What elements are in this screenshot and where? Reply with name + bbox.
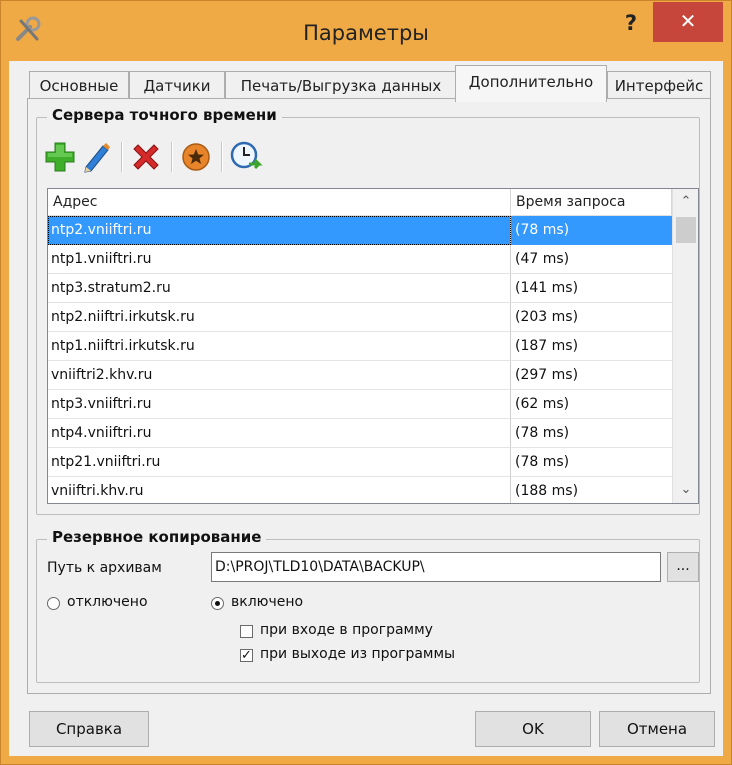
radio-selected-dot — [215, 601, 220, 606]
table-row[interactable]: ntp3.vniiftri.ru (62 ms) — [48, 390, 672, 419]
server-address-cell[interactable]: ntp2.vniiftri.ru — [48, 216, 511, 245]
tab-additional[interactable]: Дополнительно — [455, 65, 607, 102]
table-row[interactable]: vniiftri2.khv.ru (297 ms) — [48, 361, 672, 390]
edit-icon[interactable] — [79, 140, 113, 174]
request-time-cell[interactable]: (141 ms) — [511, 274, 672, 303]
server-address-cell[interactable]: vniiftri2.khv.ru — [48, 361, 511, 390]
server-address-cell[interactable]: ntp1.niiftri.irkutsk.ru — [48, 332, 511, 361]
checkbox-on-enter-label[interactable]: при входе в программу — [260, 622, 433, 638]
tab-interface[interactable]: Интерфейс — [607, 71, 711, 101]
radio-disabled[interactable] — [47, 597, 60, 610]
request-time-cell[interactable]: (47 ms) — [511, 245, 672, 274]
scroll-down-icon[interactable]: ⌄ — [673, 477, 698, 503]
request-time-cell[interactable]: (187 ms) — [511, 332, 672, 361]
scroll-up-icon[interactable]: ⌃ — [673, 189, 698, 215]
scroll-thumb[interactable] — [676, 217, 696, 243]
backup-group: Резервное копирование Путь к архивам ...… — [36, 528, 700, 683]
time-servers-list[interactable]: Адрес Время запроса ntp2.vniiftri.ru (78 … — [47, 188, 699, 504]
time-servers-title: Сервера точного времени — [47, 106, 282, 124]
toolbar-separator — [171, 142, 173, 172]
toolbar-separator — [221, 142, 223, 172]
request-time-cell[interactable]: (78 ms) — [511, 216, 672, 245]
tab-print-export[interactable]: Печать/Выгрузка данных — [225, 71, 457, 101]
vertical-scrollbar[interactable]: ⌃ ⌄ — [672, 189, 698, 503]
backup-path-label: Путь к архивам — [47, 560, 162, 576]
radio-disabled-label[interactable]: отключено — [67, 594, 148, 610]
request-time-cell[interactable]: (203 ms) — [511, 303, 672, 332]
title-bar[interactable]: Параметры ? ✕ — [1, 1, 731, 61]
tab-basic[interactable]: Основные — [29, 71, 129, 101]
server-address-cell[interactable]: ntp3.stratum2.ru — [48, 274, 511, 303]
table-row[interactable]: ntp4.vniiftri.ru (78 ms) — [48, 419, 672, 448]
server-address-cell[interactable]: ntp2.niiftri.irkutsk.ru — [48, 303, 511, 332]
delete-icon[interactable] — [129, 140, 163, 174]
request-time-cell[interactable]: (62 ms) — [511, 390, 672, 419]
table-row[interactable]: ntp1.vniiftri.ru (47 ms) — [48, 245, 672, 274]
server-address-cell[interactable]: ntp21.vniiftri.ru — [48, 448, 511, 477]
backup-title: Резервное копирование — [47, 528, 267, 546]
close-button[interactable]: ✕ — [653, 2, 723, 42]
table-row[interactable]: ntp21.vniiftri.ru (78 ms) — [48, 448, 672, 477]
table-row[interactable]: ntp3.stratum2.ru (141 ms) — [48, 274, 672, 303]
request-time-cell[interactable]: (78 ms) — [511, 419, 672, 448]
server-address-cell[interactable]: ntp4.vniiftri.ru — [48, 419, 511, 448]
column-header-request-time[interactable]: Время запроса — [511, 189, 672, 215]
server-address-cell[interactable]: vniiftri.khv.ru — [48, 477, 511, 503]
settings-window: Параметры ? ✕ Основные Датчики Печать/Вы… — [0, 0, 732, 765]
toolbar-separator — [121, 142, 123, 172]
table-row[interactable]: ntp2.niiftri.irkutsk.ru (203 ms) — [48, 303, 672, 332]
server-address-cell[interactable]: ntp1.vniiftri.ru — [48, 245, 511, 274]
default-star-icon[interactable] — [179, 140, 213, 174]
help-button[interactable]: Справка — [29, 711, 149, 747]
dialog-client: Основные Датчики Печать/Выгрузка данных … — [9, 61, 723, 756]
list-header: Адрес Время запроса — [48, 189, 672, 216]
request-time-cell[interactable]: (188 ms) — [511, 477, 672, 503]
table-row[interactable]: ntp1.niiftri.irkutsk.ru (187 ms) — [48, 332, 672, 361]
browse-button[interactable]: ... — [667, 552, 699, 582]
checkbox-on-enter[interactable] — [240, 625, 253, 638]
add-icon[interactable] — [43, 140, 77, 174]
help-icon[interactable]: ? — [617, 9, 645, 37]
radio-enabled-label[interactable]: включено — [231, 594, 303, 610]
ok-button[interactable]: OK — [475, 711, 591, 747]
table-row[interactable]: ntp2.vniiftri.ru (78 ms) — [48, 216, 672, 245]
checkbox-on-exit[interactable]: ✓ — [240, 649, 253, 662]
cancel-button[interactable]: Отмена — [599, 711, 715, 747]
sync-clock-icon[interactable] — [229, 140, 263, 174]
time-servers-group: Сервера точного времени Адрес Время запр… — [36, 106, 700, 515]
server-address-cell[interactable]: ntp3.vniiftri.ru — [48, 390, 511, 419]
request-time-cell[interactable]: (297 ms) — [511, 361, 672, 390]
backup-path-input[interactable] — [211, 552, 661, 582]
tab-panel-additional: Сервера точного времени Адрес Время запр… — [27, 98, 711, 694]
tab-sensors[interactable]: Датчики — [129, 71, 225, 101]
column-header-address[interactable]: Адрес — [48, 189, 511, 215]
radio-enabled[interactable] — [211, 597, 224, 610]
checkbox-on-exit-label[interactable]: при выходе из программы — [260, 646, 455, 662]
request-time-cell[interactable]: (78 ms) — [511, 448, 672, 477]
table-row[interactable]: vniiftri.khv.ru (188 ms) — [48, 477, 672, 503]
